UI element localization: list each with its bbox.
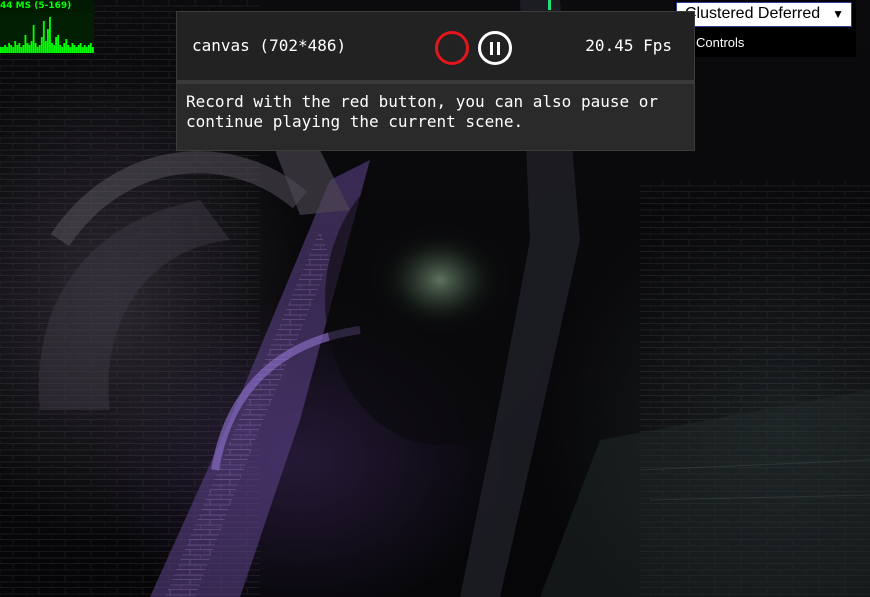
graph-bar [83,45,86,53]
canvas-edge-strip [548,0,551,10]
graph-bar [73,45,76,53]
graph-bar [28,45,31,53]
chevron-down-icon: ▼ [832,7,844,21]
graph-bar [2,47,4,53]
frame-time-label: 44 MS (5-169) [0,1,72,11]
graph-bar [69,47,72,53]
record-button[interactable] [435,31,469,65]
graph-bar [81,47,84,53]
graph-bar [63,43,66,53]
graph-bar [22,45,25,53]
pause-button[interactable] [478,31,512,65]
graph-bar [85,47,88,53]
graph-bar [38,45,41,53]
renderer-select[interactable]: Clustered Deferred ▼ [676,2,852,27]
graph-bar [14,41,17,53]
graph-bar [55,37,58,53]
controls-toggle[interactable]: Controls [696,35,744,50]
graph-bar [4,45,6,53]
graph-bar [87,45,90,53]
graph-bar [79,43,82,53]
graph-bar [91,47,94,53]
graph-bar [26,43,29,53]
graph-bar [30,41,33,53]
graph-bar [6,47,8,53]
graph-bar [61,47,64,53]
graph-bar [20,47,23,53]
frame-time-graph [0,13,94,53]
stats-panel[interactable]: 44 MS (5-169) [0,0,94,54]
graph-bar [57,35,60,53]
graph-bar [8,43,11,53]
graph-bar [10,45,13,53]
graph-bar [24,35,27,53]
graph-bar [36,47,39,53]
graph-bar [59,45,62,53]
graph-bar [71,43,74,53]
graph-bar [42,21,45,53]
graph-bar [12,47,15,53]
graph-bar [40,37,43,53]
recorder-popup: canvas (702*486) 20.45 Fps Record with t… [176,11,695,151]
graph-bar [34,43,37,53]
graph-bar [67,45,70,53]
graph-bar [49,17,51,53]
recorder-header: canvas (702*486) 20.45 Fps [177,12,694,80]
canvas-size-label: canvas (702*486) [192,36,347,55]
renderer-select-value: Clustered Deferred [685,5,821,22]
graph-bar [75,47,78,53]
graph-bar [89,43,92,53]
graph-bar [32,25,35,53]
graph-bar [16,45,19,53]
recorder-divider [177,80,694,84]
graph-bar [51,43,53,53]
graph-bar [77,45,80,53]
graph-bar [65,39,68,53]
graph-bar [0,47,2,53]
fps-readout: 20.45 Fps [585,36,672,55]
graph-bar [53,45,55,53]
graph-bar [44,41,47,53]
recorder-instructions: Record with the red button, you can also… [186,92,659,131]
graph-bar [47,29,49,53]
graph-bar [18,43,21,53]
